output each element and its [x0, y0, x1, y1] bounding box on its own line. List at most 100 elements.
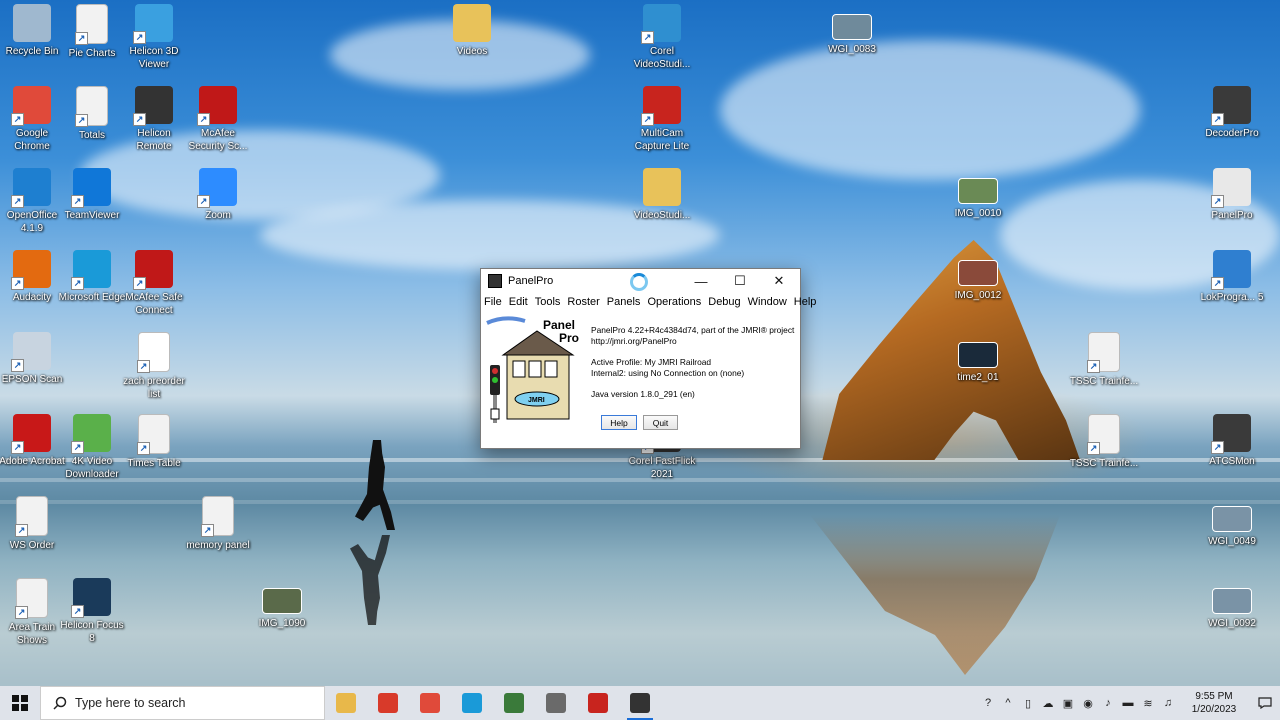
menu-help[interactable]: Help — [794, 296, 817, 308]
panelpro-logo-icon: Panel Pro JMRI — [486, 316, 579, 423]
runner-reflection — [350, 535, 390, 625]
desktop-icon[interactable]: Helicon Focus 8 — [57, 578, 127, 645]
menu-operations[interactable]: Operations — [647, 296, 701, 308]
desktop-icon[interactable]: Times Table — [119, 414, 189, 470]
desktop-icon[interactable]: IMG_0010 — [943, 168, 1013, 220]
volume-icon[interactable]: ♫ — [1158, 686, 1178, 720]
desktop-icon[interactable]: Microsoft Edge — [57, 250, 127, 304]
clock[interactable]: 9:55 PM 1/20/2023 — [1184, 690, 1244, 716]
title-bar[interactable]: PanelPro — ☐ ✕ — [481, 269, 800, 293]
desktop-icon[interactable]: TSSC Trainfe... — [1069, 332, 1139, 388]
desktop-icon[interactable]: WGI_0092 — [1197, 578, 1267, 630]
desktop-icon-label: TSSC Trainfe... — [1069, 458, 1139, 469]
notification-icon[interactable] — [1250, 686, 1280, 720]
taskbar-app[interactable] — [577, 686, 619, 720]
taskbar-app[interactable] — [535, 686, 577, 720]
logo-text-panel: Panel — [543, 318, 575, 332]
desktop-icon[interactable]: WS Order — [0, 496, 67, 552]
desktop-icon[interactable]: McAfee Security Sc... — [183, 86, 253, 153]
helicon-3d-icon — [133, 4, 173, 44]
cloud — [720, 40, 1140, 180]
taskbar-app[interactable] — [325, 686, 367, 720]
menu-tools[interactable]: Tools — [535, 296, 561, 308]
desktop-icon[interactable]: EPSON Scan — [0, 332, 67, 386]
battery-icon[interactable]: ▬ — [1118, 686, 1138, 720]
desktop-icon[interactable]: McAfee Safe Connect — [119, 250, 189, 317]
desktop-icon[interactable]: Corel VideoStudi... — [627, 4, 697, 71]
menu-file[interactable]: File — [484, 296, 502, 308]
desktop-icon[interactable]: IMG_0012 — [943, 250, 1013, 302]
close-button[interactable]: ✕ — [759, 269, 799, 293]
desktop-icon[interactable]: VideoStudi... — [627, 168, 697, 222]
desktop-icon[interactable]: Pie Charts — [57, 4, 127, 60]
taskbar-app[interactable] — [409, 686, 451, 720]
version-text: PanelPro 4.22+R4c4384d74, part of the JM… — [591, 325, 795, 335]
camera-icon[interactable]: ◉ — [1078, 686, 1098, 720]
menu-debug[interactable]: Debug — [708, 296, 740, 308]
desktop-icon[interactable]: Totals — [57, 86, 127, 142]
device-icon[interactable]: ▯ — [1018, 686, 1038, 720]
runner-silhouette — [355, 440, 395, 530]
teamviewer-icon — [71, 168, 111, 208]
desktop-icon-label: PanelPro — [1211, 210, 1253, 221]
desktop-icon[interactable]: IMG_1090 — [247, 578, 317, 630]
quit-button[interactable]: Quit — [643, 415, 678, 430]
desktop-icon[interactable]: memory panel — [183, 496, 253, 552]
wifi-icon[interactable]: ≋ — [1138, 686, 1158, 720]
desktop-icon[interactable]: WGI_0049 — [1197, 496, 1267, 548]
menu-panels[interactable]: Panels — [607, 296, 641, 308]
desktop-icon[interactable]: zach preorder list — [119, 332, 189, 401]
menu-roster[interactable]: Roster — [567, 296, 599, 308]
signal-icon — [504, 693, 524, 713]
photo-icon — [958, 178, 998, 204]
desktop-icon-label: Pie Charts — [68, 48, 116, 59]
chrome-icon — [420, 693, 440, 713]
desktop-icon[interactable]: DecoderPro — [1197, 86, 1267, 140]
desktop-icon[interactable]: ATCSMon — [1197, 414, 1267, 468]
menu-window[interactable]: Window — [748, 296, 787, 308]
taskbar-app[interactable] — [451, 686, 493, 720]
desktop-icon[interactable]: Helicon 3D Viewer — [119, 4, 189, 71]
taskbar-app[interactable] — [493, 686, 535, 720]
document-icon — [201, 496, 234, 537]
system-tray: ? ^ ▯ ☁ ▣ ◉ ♪ ▬ ≋ ♫ 9:55 PM 1/20/2023 — [978, 686, 1280, 720]
panelpro-window[interactable]: PanelPro — ☐ ✕ File Edit Tools Roster Panels… — [480, 268, 816, 449]
desktop-icon[interactable]: MultiCam Capture Lite — [627, 86, 697, 153]
desktop-icon[interactable]: time2_01 — [943, 332, 1013, 384]
document-icon — [1087, 332, 1120, 373]
help-button[interactable]: Help — [601, 415, 637, 430]
desktop-icon[interactable]: Videos — [437, 4, 507, 58]
url-text: http://jmri.org/PanelPro — [591, 336, 677, 346]
desktop-icon-label: IMG_0010 — [954, 208, 1002, 219]
desktop-icon[interactable]: Zoom — [183, 168, 253, 222]
menu-bar: File Edit Tools Roster Panels Operations Debug… — [481, 293, 816, 311]
minimize-button[interactable]: — — [681, 269, 721, 293]
openoffice-icon — [11, 168, 51, 208]
taskbar-app[interactable] — [619, 686, 661, 720]
taskbar-app[interactable] — [367, 686, 409, 720]
desktop-icon[interactable]: TSSC Trainfe... — [1069, 414, 1139, 470]
help-icon[interactable]: ? — [978, 686, 998, 720]
panelpro-icon — [630, 693, 650, 713]
desktop-icon[interactable]: TeamViewer — [57, 168, 127, 222]
chevron-up-icon[interactable]: ^ — [998, 686, 1018, 720]
cloud-icon[interactable]: ☁ — [1038, 686, 1058, 720]
desktop-icon[interactable]: WGI_0083 — [817, 4, 887, 56]
maximize-button[interactable]: ☐ — [720, 269, 760, 293]
desktop-icon[interactable]: Helicon Remote — [119, 86, 189, 153]
security-icon[interactable]: ▣ — [1058, 686, 1078, 720]
photo-icon — [1212, 506, 1252, 532]
desktop-icon[interactable]: PanelPro — [1197, 168, 1267, 222]
multicam-icon — [588, 693, 608, 713]
start-button[interactable] — [0, 686, 40, 720]
desktop-icon-label: WGI_0092 — [1208, 618, 1256, 629]
menu-edit[interactable]: Edit — [509, 296, 528, 308]
desktop-icon[interactable]: 4K Video Downloader — [57, 414, 127, 481]
search-box[interactable]: Type here to search — [40, 686, 325, 720]
logo-text-pro: Pro — [559, 331, 579, 345]
desktop-icon[interactable]: LokProgra... 5 — [1197, 250, 1267, 304]
logo-sign-text: JMRI — [528, 397, 545, 404]
document-icon — [75, 4, 108, 45]
photo-icon — [1212, 588, 1252, 614]
mic-icon[interactable]: ♪ — [1098, 686, 1118, 720]
